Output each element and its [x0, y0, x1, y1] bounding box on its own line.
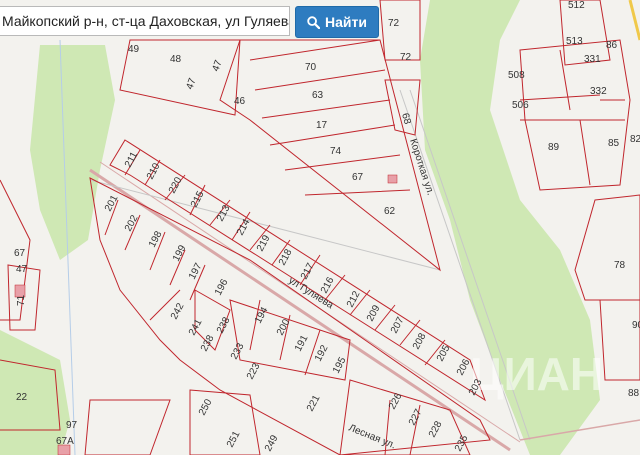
- parcel-number-label: 251: [225, 429, 243, 449]
- parcel-number-label: 249: [263, 433, 281, 453]
- parcel-number-label: 192: [313, 343, 331, 363]
- parcel-number-label: 208: [411, 331, 429, 351]
- parcel-number-label: 219: [255, 233, 273, 253]
- parcel-number-label: 74: [330, 146, 342, 157]
- watermark: ЦИАН: [470, 348, 603, 400]
- parcel-number-label: 85: [608, 138, 620, 149]
- parcel-number-label: 67: [352, 172, 364, 183]
- parcel-number-label: 216: [319, 275, 337, 295]
- parcel-number-label: 67: [14, 248, 26, 259]
- building: [387, 174, 398, 184]
- parcel-number-label: 22: [16, 392, 28, 403]
- parcel-number-label: 72: [388, 18, 400, 29]
- parcel-number-label: 226: [387, 391, 405, 411]
- parcel-number-label: 191: [293, 333, 311, 353]
- parcel-number-label: 332: [590, 86, 607, 97]
- parcel-number-label: 198: [147, 229, 165, 249]
- parcel-number-label: 47: [210, 58, 224, 73]
- parcel-number-label: 86: [606, 40, 618, 51]
- parcel-number-label: 238: [215, 315, 233, 335]
- parcel-number-label: 62: [384, 206, 396, 217]
- parcel-number-label: 205: [435, 343, 453, 363]
- parcel-number-label: 513: [566, 36, 583, 47]
- parcel-number-label: 241: [187, 317, 205, 337]
- parcel-number-label: 199: [171, 243, 189, 263]
- parcel-number-label: 250: [197, 397, 215, 417]
- search-bar: Найти: [0, 6, 379, 38]
- road-line: [89, 168, 511, 452]
- parcel-number-label: 228: [427, 419, 445, 439]
- parcel-number-label: 70: [305, 62, 317, 73]
- parcel-number-label: 196: [213, 277, 231, 297]
- parcel-number-label: 215: [189, 189, 207, 209]
- parcel-number-label: 88: [628, 388, 640, 399]
- parcel-number-label: 46: [234, 96, 246, 107]
- parcel-number-label: 72: [400, 52, 412, 63]
- parcel-number-label: 90: [632, 320, 640, 331]
- parcel-number-label: 97: [66, 420, 78, 431]
- parcel-number-label: 242: [169, 301, 187, 321]
- parcel-number-label: 63: [312, 90, 324, 101]
- parcel-number-label: 213: [215, 203, 233, 223]
- parcel-number-label: 48: [170, 54, 182, 65]
- parcel-number-label: 82: [630, 134, 640, 145]
- cadastral-map[interactable]: ЦИАН ул Гуляева Короткая ул. Лесная ул. …: [0, 0, 640, 455]
- parcel-number-label: 17: [316, 120, 328, 131]
- parcel-number-label: 211: [123, 150, 140, 170]
- parcel-number-label: 49: [128, 44, 140, 55]
- parcel-number-label: 212: [345, 289, 363, 309]
- parcel-number-label: 218: [277, 247, 295, 267]
- parcel-number-label: 47: [184, 76, 198, 91]
- parcel-boundary: [519, 0, 625, 186]
- parcel-number-label: 197: [187, 261, 205, 281]
- parcel-number-label: 506: [512, 100, 529, 111]
- search-button-label: Найти: [325, 14, 367, 30]
- parcel-number-label: 508: [508, 70, 525, 81]
- parcel-number-label: 221: [305, 393, 323, 413]
- magnifier-icon: [307, 15, 321, 29]
- parcel-number-label: 209: [365, 303, 383, 323]
- parcel-boundary: [519, 39, 631, 191]
- parcel-number-label: 78: [614, 260, 626, 271]
- parcel-number-label: 210: [145, 161, 163, 181]
- street-label-lesnaya: Лесная ул.: [347, 423, 397, 452]
- parcel-number-label: 201: [103, 193, 121, 213]
- search-button[interactable]: Найти: [295, 6, 379, 38]
- parcel-number-label: 331: [584, 54, 601, 65]
- parcel-number-label: 47: [16, 264, 28, 275]
- parcel-number-label: 68: [399, 112, 413, 126]
- parcel-number-label: 512: [568, 0, 585, 11]
- road-line: [89, 179, 441, 271]
- parcel-number-label: 71: [16, 294, 27, 306]
- address-search-input[interactable]: [0, 6, 290, 36]
- parcel-number-label: 202: [123, 213, 141, 233]
- parcel-number-label: 233: [229, 341, 247, 361]
- parcel-number-label: 67A: [56, 436, 74, 447]
- parcel-number-label: 227: [407, 407, 425, 427]
- parcel-number-label: 89: [548, 142, 560, 153]
